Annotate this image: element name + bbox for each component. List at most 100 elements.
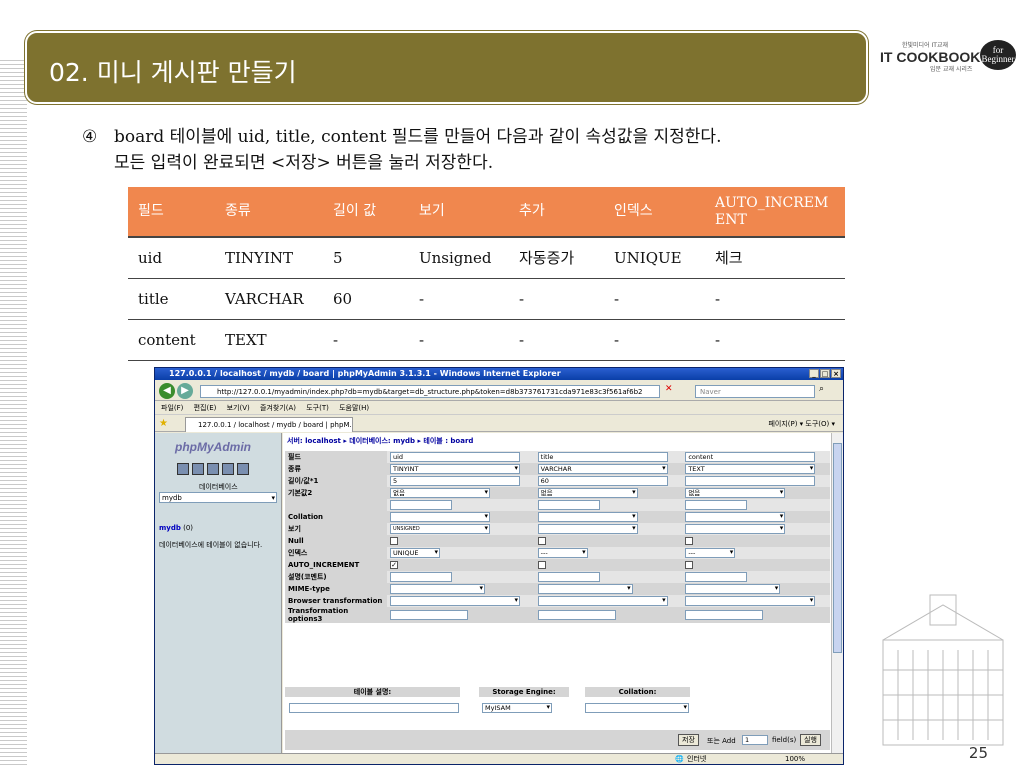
slide-header: 02. 미니 게시판 만들기	[25, 31, 868, 104]
col-header: 필드	[128, 187, 215, 238]
null-checkbox[interactable]	[537, 537, 546, 545]
table-comment-input[interactable]	[289, 703, 459, 713]
null-checkbox[interactable]	[390, 537, 398, 545]
comment-input[interactable]	[685, 572, 748, 582]
col-header: 종류	[215, 187, 323, 238]
pma-icon-row	[177, 463, 249, 475]
collation-select[interactable]	[537, 512, 638, 522]
menu-edit[interactable]: 편집(E)	[194, 404, 217, 412]
attribute-select[interactable]	[537, 524, 638, 534]
mime-select[interactable]	[537, 584, 633, 594]
favorites-star-icon[interactable]: ★	[159, 418, 168, 429]
field-name-input[interactable]: uid	[390, 452, 520, 462]
table-row: title VARCHAR 60- - - -	[128, 278, 845, 320]
go-button[interactable]: 실행	[800, 734, 821, 746]
save-button[interactable]: 저장	[678, 734, 699, 746]
col-header: 인덱스	[604, 187, 705, 238]
length-input[interactable]: 5	[390, 476, 520, 486]
default-select[interactable]: 없음	[537, 488, 638, 498]
comment-input[interactable]	[537, 572, 600, 582]
address-bar: ◀ ▶ http://127.0.0.1/myadmin/index.php?d…	[155, 381, 843, 401]
transformation-select[interactable]	[685, 596, 816, 606]
collation-select[interactable]	[390, 512, 490, 522]
length-input[interactable]: 60	[537, 476, 668, 486]
menu-tools[interactable]: 도구(T)	[306, 404, 329, 412]
minimize-button[interactable]: _	[809, 369, 819, 378]
transformation-select[interactable]	[537, 596, 668, 606]
attribute-select[interactable]: UNSIGNED	[390, 524, 490, 534]
pma-main: 서버: localhost ▸ 데이터베이스: mydb ▸ 테이블 : boa…	[283, 433, 832, 755]
field-attribute-table: 필드 종류 길이 값 보기 추가 인덱스 AUTO_INCREMENT uid T…	[128, 187, 845, 361]
attribute-select[interactable]	[685, 524, 786, 534]
add-fields-input[interactable]: 1	[742, 735, 768, 745]
collation-select[interactable]	[685, 512, 786, 522]
menu-view[interactable]: 보기(V)	[227, 404, 250, 412]
type-select[interactable]: TINYINT	[390, 464, 520, 474]
search-input[interactable]: Naver	[695, 385, 815, 398]
left-stripes	[0, 60, 27, 768]
comment-input[interactable]	[390, 572, 452, 582]
auto-increment-checkbox[interactable]	[685, 561, 694, 569]
default-value-input[interactable]	[390, 500, 452, 510]
storage-engine-select[interactable]: MyISAM	[482, 703, 552, 713]
command-bar[interactable]: 페이지(P) ▾ 도구(O) ▾	[768, 419, 835, 429]
default-select[interactable]: 없음	[390, 488, 490, 498]
transformation-options-input[interactable]	[390, 610, 468, 620]
maximize-button[interactable]: □	[820, 369, 830, 378]
zoom-level[interactable]: 100%	[785, 754, 805, 764]
auto-increment-checkbox[interactable]: ✓	[390, 561, 398, 569]
docs-icon[interactable]	[222, 463, 234, 475]
database-link[interactable]: mydb (0)	[159, 524, 193, 532]
save-bar: 저장 또는 Add 1 field(s) 실행	[285, 730, 830, 750]
item-number: ④	[82, 127, 98, 147]
instruction-line-1: board 테이블에 uid, title, content 필드를 만들어 다…	[114, 127, 722, 147]
internet-zone-icon: 🌐	[675, 755, 684, 763]
forward-icon[interactable]: ▶	[177, 383, 193, 399]
null-checkbox[interactable]	[685, 537, 694, 545]
or-add-label: 또는 Add	[707, 737, 736, 745]
vertical-scrollbar[interactable]	[831, 433, 843, 755]
collation-label: Collation:	[585, 687, 690, 697]
help-icon[interactable]	[237, 463, 249, 475]
close-button[interactable]: ×	[831, 369, 841, 378]
zone-label: 인터넷	[687, 755, 707, 763]
col-header: 보기	[409, 187, 509, 238]
menu-favorites[interactable]: 즐겨찾기(A)	[260, 404, 296, 412]
mime-select[interactable]	[390, 584, 485, 594]
default-value-input[interactable]	[537, 500, 600, 510]
length-input[interactable]	[685, 476, 816, 486]
window-title: 127.0.0.1 / localhost / mydb / board | p…	[169, 369, 561, 378]
transformation-options-input[interactable]	[537, 610, 616, 620]
field-name-input[interactable]: content	[685, 452, 816, 462]
query-icon[interactable]	[192, 463, 204, 475]
type-select[interactable]: TEXT	[685, 464, 816, 474]
index-select[interactable]: ---	[537, 548, 588, 558]
index-select[interactable]: UNIQUE	[390, 548, 440, 558]
col-header: 추가	[509, 187, 604, 238]
pma-navigation: phpMyAdmin 데이터베이스 mydb mydb (0) 데이터베이스에 …	[155, 433, 282, 755]
mime-select[interactable]	[685, 584, 781, 594]
index-select[interactable]: ---	[685, 548, 736, 558]
url-input[interactable]: http://127.0.0.1/myadmin/index.php?db=my…	[200, 385, 660, 398]
search-icon[interactable]: ⌕	[819, 384, 824, 394]
default-value-input[interactable]	[685, 500, 748, 510]
transformation-options-input[interactable]	[685, 610, 764, 620]
menu-help[interactable]: 도움말(H)	[339, 404, 369, 412]
type-select[interactable]: VARCHAR	[537, 464, 668, 474]
field-edit-grid: 필드 uid title content 종류 TINYINT VARCHAR …	[285, 451, 830, 623]
field-name-input[interactable]: title	[537, 452, 668, 462]
default-select[interactable]: 없음	[685, 488, 786, 498]
sql-icon[interactable]	[207, 463, 219, 475]
tab-phpmyadmin[interactable]: 127.0.0.1 / localhost / mydb / board | p…	[185, 417, 353, 432]
menu-file[interactable]: 파일(F)	[161, 404, 183, 412]
auto-increment-checkbox[interactable]	[537, 561, 546, 569]
scrollbar-thumb[interactable]	[833, 443, 842, 653]
home-icon[interactable]	[177, 463, 189, 475]
stop-icon[interactable]: ✕	[665, 384, 673, 394]
page-number: 25	[968, 744, 988, 762]
collation-select[interactable]	[585, 703, 689, 713]
phpmyadmin-screenshot: 127.0.0.1 / localhost / mydb / board | p…	[154, 367, 844, 765]
database-select[interactable]: mydb	[159, 492, 277, 503]
back-icon[interactable]: ◀	[159, 383, 175, 399]
transformation-select[interactable]	[390, 596, 520, 606]
